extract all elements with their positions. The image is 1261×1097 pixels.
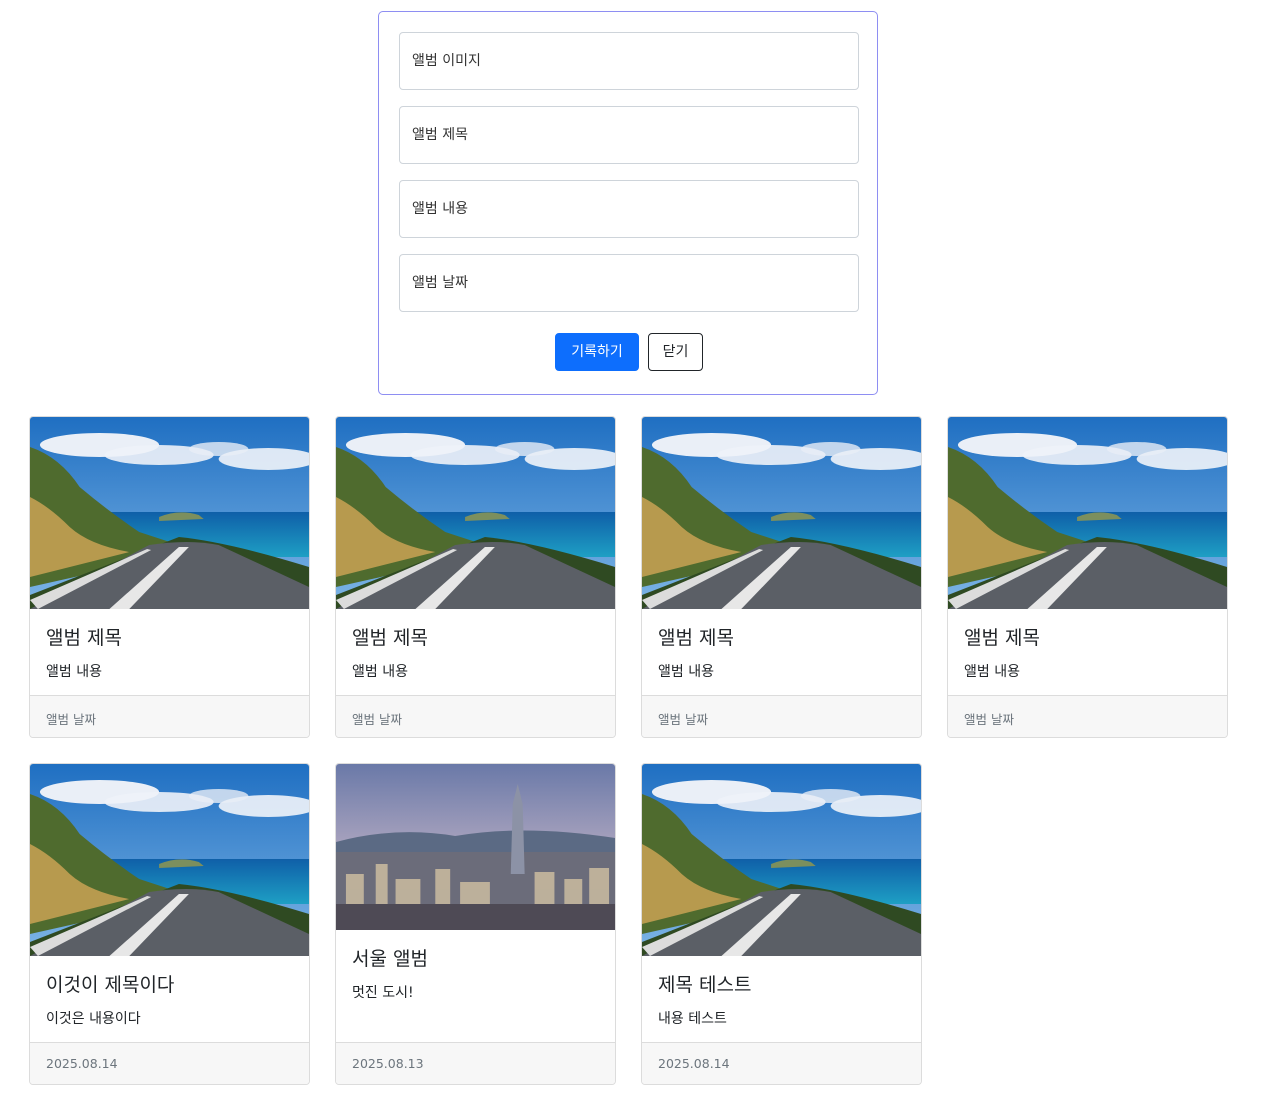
card-date: 앨범 날짜 [964, 712, 1014, 727]
card-date: 앨범 날짜 [46, 712, 96, 727]
card-footer: 2025.08.14 [642, 1042, 921, 1084]
album-card[interactable]: 앨범 제목 앨범 내용 앨범 날짜 [947, 416, 1228, 738]
album-image-field[interactable] [399, 32, 859, 90]
album-card[interactable]: 앨범 제목 앨범 내용 앨범 날짜 [29, 416, 310, 738]
card-date: 2025.08.14 [46, 1056, 118, 1071]
card-title: 앨범 제목 [964, 627, 1040, 649]
card-text: 앨범 내용 [964, 664, 1020, 680]
coastal-road-image [30, 417, 309, 609]
card-text: 앨범 내용 [658, 664, 714, 680]
close-button[interactable]: 닫기 [648, 333, 703, 371]
card-footer: 2025.08.13 [336, 1042, 615, 1084]
coastal-road-image [948, 417, 1227, 609]
album-card[interactable]: 앨범 제목 앨범 내용 앨범 날짜 [335, 416, 616, 738]
album-content-field[interactable] [399, 180, 859, 238]
submit-button[interactable]: 기록하기 [555, 333, 639, 371]
coastal-road-image [30, 764, 309, 956]
album-card[interactable]: 서울 앨범 멋진 도시! 2025.08.13 [335, 763, 616, 1085]
card-title: 제목 테스트 [658, 974, 752, 996]
album-content-input[interactable] [400, 181, 858, 237]
album-image-input[interactable] [400, 33, 858, 89]
seoul-city-image [336, 764, 615, 930]
album-title-input[interactable] [400, 107, 858, 163]
coastal-road-image [336, 417, 615, 609]
coastal-road-image [642, 417, 921, 609]
card-text: 멋진 도시! [352, 985, 414, 1001]
card-title: 서울 앨범 [352, 948, 428, 970]
card-date: 2025.08.14 [658, 1056, 730, 1071]
card-footer: 앨범 날짜 [948, 695, 1227, 737]
card-title: 앨범 제목 [46, 627, 122, 649]
album-card[interactable]: 제목 테스트 내용 테스트 2025.08.14 [641, 763, 922, 1085]
album-card[interactable]: 이것이 제목이다 이것은 내용이다 2025.08.14 [29, 763, 310, 1085]
card-text: 내용 테스트 [658, 1011, 727, 1027]
card-text: 앨범 내용 [352, 664, 408, 680]
album-card[interactable]: 앨범 제목 앨범 내용 앨범 날짜 [641, 416, 922, 738]
card-text: 이것은 내용이다 [46, 1011, 141, 1027]
card-date: 2025.08.13 [352, 1056, 424, 1071]
album-title-field[interactable] [399, 106, 859, 164]
card-date: 앨범 날짜 [352, 712, 402, 727]
coastal-road-image [642, 764, 921, 956]
card-text: 앨범 내용 [46, 664, 102, 680]
card-footer: 앨범 날짜 [642, 695, 921, 737]
card-title: 이것이 제목이다 [46, 974, 175, 996]
card-footer: 앨범 날짜 [336, 695, 615, 737]
album-date-input[interactable] [400, 255, 858, 311]
card-date: 앨범 날짜 [658, 712, 708, 727]
card-footer: 앨범 날짜 [30, 695, 309, 737]
album-form: 기록하기 닫기 [378, 11, 878, 395]
card-title: 앨범 제목 [658, 627, 734, 649]
card-title: 앨범 제목 [352, 627, 428, 649]
card-footer: 2025.08.14 [30, 1042, 309, 1084]
album-date-field[interactable] [399, 254, 859, 312]
